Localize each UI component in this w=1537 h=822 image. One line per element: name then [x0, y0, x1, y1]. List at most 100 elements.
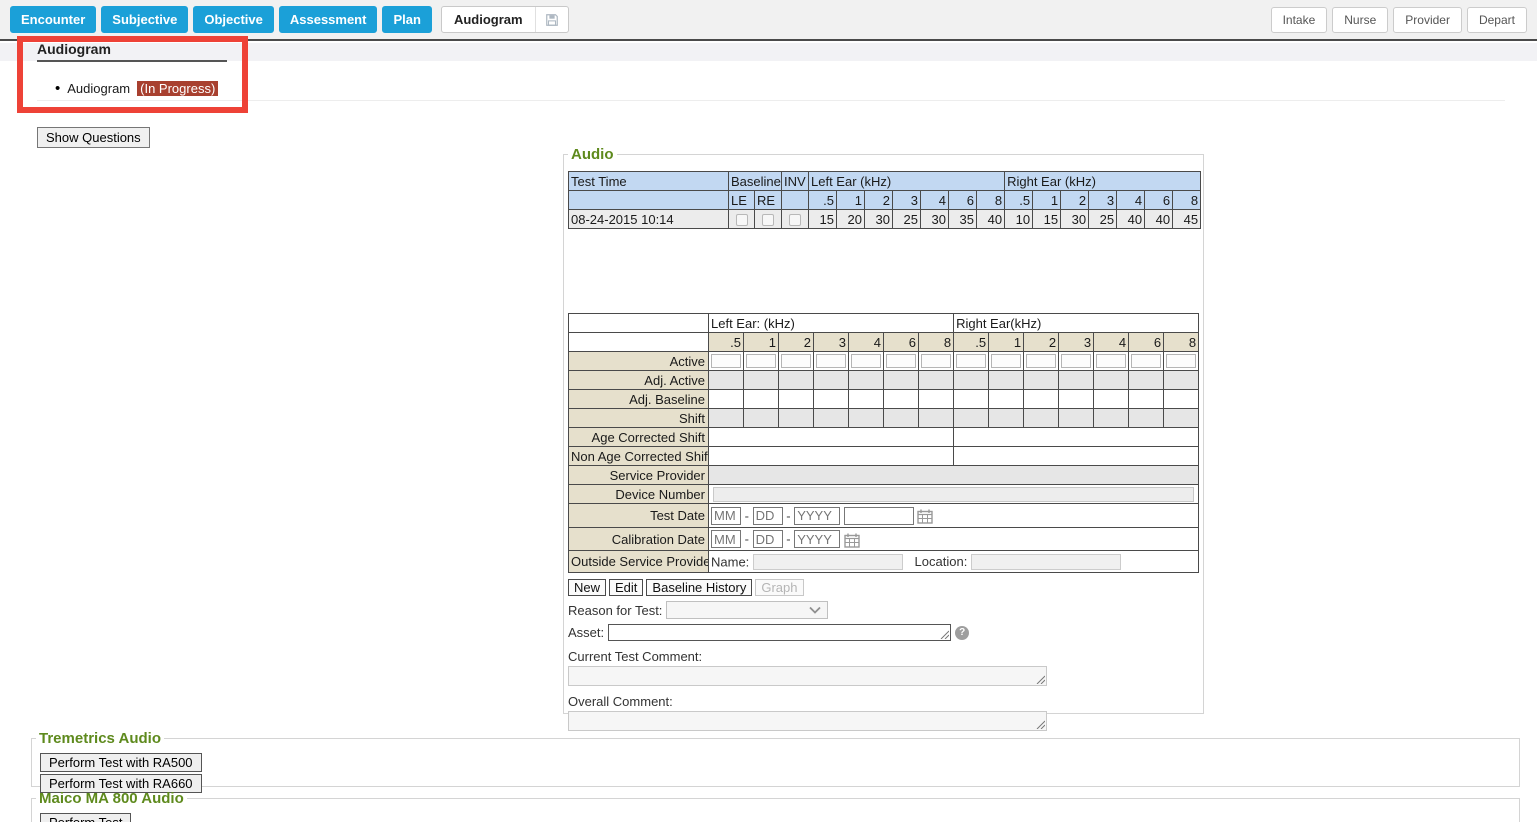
help-icon[interactable]: ? [955, 626, 969, 640]
tremetrics-legend: Tremetrics Audio [36, 730, 164, 747]
checkbox-icon [789, 214, 801, 226]
left-ear-value: 30 [921, 210, 949, 229]
intake-button[interactable]: Intake [1271, 7, 1328, 33]
graph-button: Graph [755, 579, 803, 596]
freq-header: .5 [809, 191, 837, 210]
calibration-date-mm-input[interactable] [711, 530, 741, 548]
asset-label: Asset: [568, 625, 604, 640]
device-number-input[interactable] [713, 487, 1193, 502]
audio-legend: Audio [568, 146, 617, 163]
right-ear-value: 40 [1145, 210, 1173, 229]
active-cell[interactable] [1094, 352, 1129, 371]
accordion-band [0, 43, 1537, 61]
edit-button[interactable]: Edit [609, 579, 643, 596]
adj-active-cell [849, 371, 884, 390]
reason-for-test-select[interactable] [666, 601, 828, 619]
test-date-mm-input[interactable] [711, 507, 741, 525]
active-cell[interactable] [849, 352, 884, 371]
active-cell[interactable] [1164, 352, 1199, 371]
active-input[interactable] [851, 354, 881, 368]
active-input[interactable] [711, 354, 741, 368]
adj-active-cell [1094, 371, 1129, 390]
freq-header: 6 [1145, 191, 1173, 210]
active-cell[interactable] [1024, 352, 1059, 371]
left-ear-value: 15 [809, 210, 837, 229]
active-cell[interactable] [1129, 352, 1164, 371]
adj-active-cell [954, 371, 989, 390]
osp-name-input[interactable] [753, 554, 903, 570]
test-date-yyyy-input[interactable] [794, 507, 840, 525]
active-cell[interactable] [884, 352, 919, 371]
baseline-history-button[interactable]: Baseline History [646, 579, 752, 596]
calendar-icon[interactable] [844, 533, 860, 548]
baseline-le-checkbox[interactable] [729, 210, 755, 229]
nav-objective-button[interactable]: Objective [193, 6, 274, 33]
maico-perform-test-button[interactable]: Perform Test [40, 813, 131, 822]
provider-button[interactable]: Provider [1393, 7, 1462, 33]
show-questions-button[interactable]: Show Questions [37, 127, 150, 148]
freq-header: 2 [1024, 333, 1059, 352]
asset-input[interactable] [608, 624, 951, 641]
overall-comment-textarea[interactable] [568, 711, 1047, 731]
active-cell[interactable] [1059, 352, 1094, 371]
active-input[interactable] [781, 354, 811, 368]
active-cell[interactable] [744, 352, 779, 371]
freq-header: 1 [989, 333, 1024, 352]
calendar-icon[interactable] [917, 509, 933, 524]
active-cell[interactable] [709, 352, 744, 371]
maico-legend: Maico MA 800 Audio [36, 790, 187, 807]
resize-handle-icon [940, 630, 949, 639]
audiogram-status-item[interactable]: • Audiogram (In Progress) [55, 81, 218, 96]
screen: Encounter Subjective Objective Assessmen… [0, 0, 1537, 822]
active-cell[interactable] [954, 352, 989, 371]
row-label-adj-active: Adj. Active [569, 371, 709, 390]
audiogram-tab[interactable]: Audiogram [441, 6, 569, 33]
list-separator [37, 100, 1505, 101]
nurse-button[interactable]: Nurse [1332, 7, 1388, 33]
active-cell[interactable] [814, 352, 849, 371]
active-input[interactable] [1026, 354, 1056, 368]
baseline-re-checkbox[interactable] [755, 210, 782, 229]
freq-header: 4 [849, 333, 884, 352]
nav-encounter-button[interactable]: Encounter [10, 6, 96, 33]
table-row[interactable]: 08-24-2015 10:14 15 20 30 25 30 35 40 10… [569, 210, 1201, 229]
active-input[interactable] [1166, 354, 1196, 368]
active-input[interactable] [991, 354, 1021, 368]
right-ear-value: 45 [1173, 210, 1201, 229]
perform-test-ra500-button[interactable]: Perform Test with RA500 [40, 753, 202, 772]
active-input[interactable] [746, 354, 776, 368]
save-button[interactable] [536, 9, 568, 31]
nav-subjective-button[interactable]: Subjective [101, 6, 188, 33]
current-test-comment-textarea[interactable] [568, 666, 1047, 686]
active-input[interactable] [1131, 354, 1161, 368]
active-input[interactable] [921, 354, 951, 368]
active-input[interactable] [956, 354, 986, 368]
active-input[interactable] [816, 354, 846, 368]
adj-active-cell [1024, 371, 1059, 390]
active-input[interactable] [886, 354, 916, 368]
col-inv-blank [782, 191, 809, 210]
inv-checkbox[interactable] [782, 210, 809, 229]
depart-button[interactable]: Depart [1467, 7, 1527, 33]
active-cell[interactable] [989, 352, 1024, 371]
new-button[interactable]: New [568, 579, 606, 596]
calibration-date-dd-input[interactable] [753, 530, 783, 548]
audiogram-section-title[interactable]: Audiogram [37, 41, 227, 62]
test-date-time-input[interactable] [844, 507, 914, 525]
active-cell[interactable] [779, 352, 814, 371]
nav-assessment-button[interactable]: Assessment [279, 6, 378, 33]
freq-header: .5 [954, 333, 989, 352]
freq-header: .5 [1005, 191, 1033, 210]
adj-baseline-cell [884, 390, 919, 409]
calibration-date-yyyy-input[interactable] [794, 530, 840, 548]
reason-for-test-row: Reason for Test: [568, 601, 1201, 619]
nav-plan-button[interactable]: Plan [382, 6, 431, 33]
date-dash: - [786, 508, 790, 523]
osp-location-input[interactable] [971, 554, 1121, 570]
adj-baseline-cell [1164, 390, 1199, 409]
active-input[interactable] [1096, 354, 1126, 368]
active-input[interactable] [1061, 354, 1091, 368]
test-date-dd-input[interactable] [753, 507, 783, 525]
row-label-service-provider: Service Provider [569, 466, 709, 485]
active-cell[interactable] [919, 352, 954, 371]
